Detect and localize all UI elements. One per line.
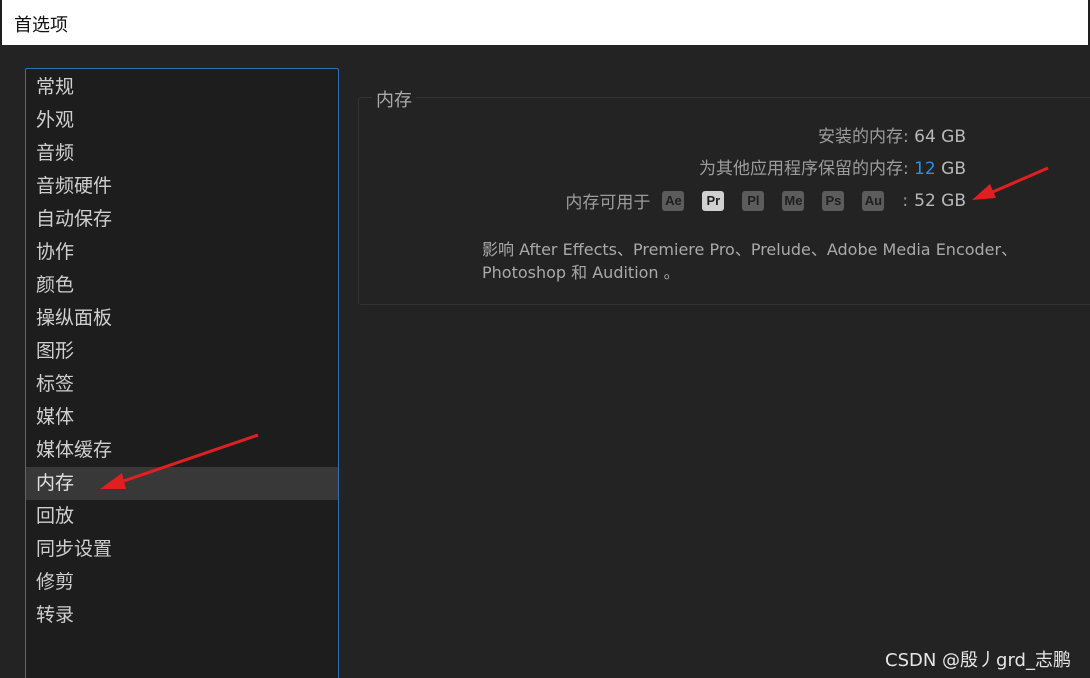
sidebar-item-audio[interactable]: 音频 bbox=[26, 137, 338, 170]
sidebar-item-general[interactable]: 常规 bbox=[26, 71, 338, 104]
sidebar-item-control-surface[interactable]: 操纵面板 bbox=[26, 302, 338, 335]
reserved-memory-value[interactable]: 12 bbox=[914, 159, 936, 179]
prelude-icon: Pl bbox=[742, 190, 765, 211]
reserved-memory-label: 为其他应用程序保留的内存: bbox=[698, 159, 909, 179]
available-memory-separator: : bbox=[902, 190, 909, 211]
sidebar-item-graphics[interactable]: 图形 bbox=[26, 335, 338, 368]
sidebar-item-memory[interactable]: 内存 bbox=[26, 467, 338, 500]
sidebar-item-media[interactable]: 媒体 bbox=[26, 401, 338, 434]
sidebar-item-audio-hardware[interactable]: 音频硬件 bbox=[26, 170, 338, 203]
photoshop-icon: Ps bbox=[822, 190, 845, 211]
audition-icon: Au bbox=[862, 190, 885, 211]
sidebar-item-playback[interactable]: 回放 bbox=[26, 500, 338, 533]
sidebar-item-color[interactable]: 颜色 bbox=[26, 269, 338, 302]
sidebar-item-appearance[interactable]: 外观 bbox=[26, 104, 338, 137]
reserved-memory-unit: GB bbox=[941, 159, 966, 179]
sidebar-item-trim[interactable]: 修剪 bbox=[26, 566, 338, 599]
sidebar-item-sync-settings[interactable]: 同步设置 bbox=[26, 533, 338, 566]
memory-group-title: 内存 bbox=[372, 86, 416, 112]
media-encoder-icon: Me bbox=[782, 190, 805, 211]
sidebar-item-labels[interactable]: 标签 bbox=[26, 368, 338, 401]
installed-memory-value: 64 GB bbox=[914, 127, 966, 147]
installed-memory-row: 安装的内存: 64 GB bbox=[818, 122, 966, 147]
available-memory-label: 内存可用于 bbox=[565, 193, 651, 213]
sidebar-item-transcription[interactable]: 转录 bbox=[26, 599, 338, 632]
preferences-category-list[interactable]: 常规 外观 音频 音频硬件 自动保存 协作 颜色 操纵面板 图形 标签 媒体 媒… bbox=[25, 68, 339, 678]
memory-description: 影响 After Effects、Premiere Pro、Prelude、Ad… bbox=[482, 240, 1018, 282]
installed-memory-label: 安装的内存: bbox=[817, 127, 909, 147]
sidebar-item-collaboration[interactable]: 协作 bbox=[26, 236, 338, 269]
available-memory-row: 内存可用于 Ae Pr Pl Me Ps Au : 52 GB bbox=[565, 188, 966, 213]
available-memory-value: 52 GB bbox=[914, 190, 966, 211]
sidebar-item-auto-save[interactable]: 自动保存 bbox=[26, 203, 338, 236]
sidebar-item-media-cache[interactable]: 媒体缓存 bbox=[26, 434, 338, 467]
premiere-pro-icon: Pr bbox=[702, 190, 725, 211]
title-bar: 首选项 bbox=[0, 0, 1090, 45]
csdn-watermark: CSDN @殷丿grd_志鹏 bbox=[885, 650, 1071, 671]
window-title: 首选项 bbox=[14, 15, 68, 36]
after-effects-icon: Ae bbox=[662, 190, 685, 211]
reserved-memory-row: 为其他应用程序保留的内存: 12 GB bbox=[699, 154, 966, 179]
